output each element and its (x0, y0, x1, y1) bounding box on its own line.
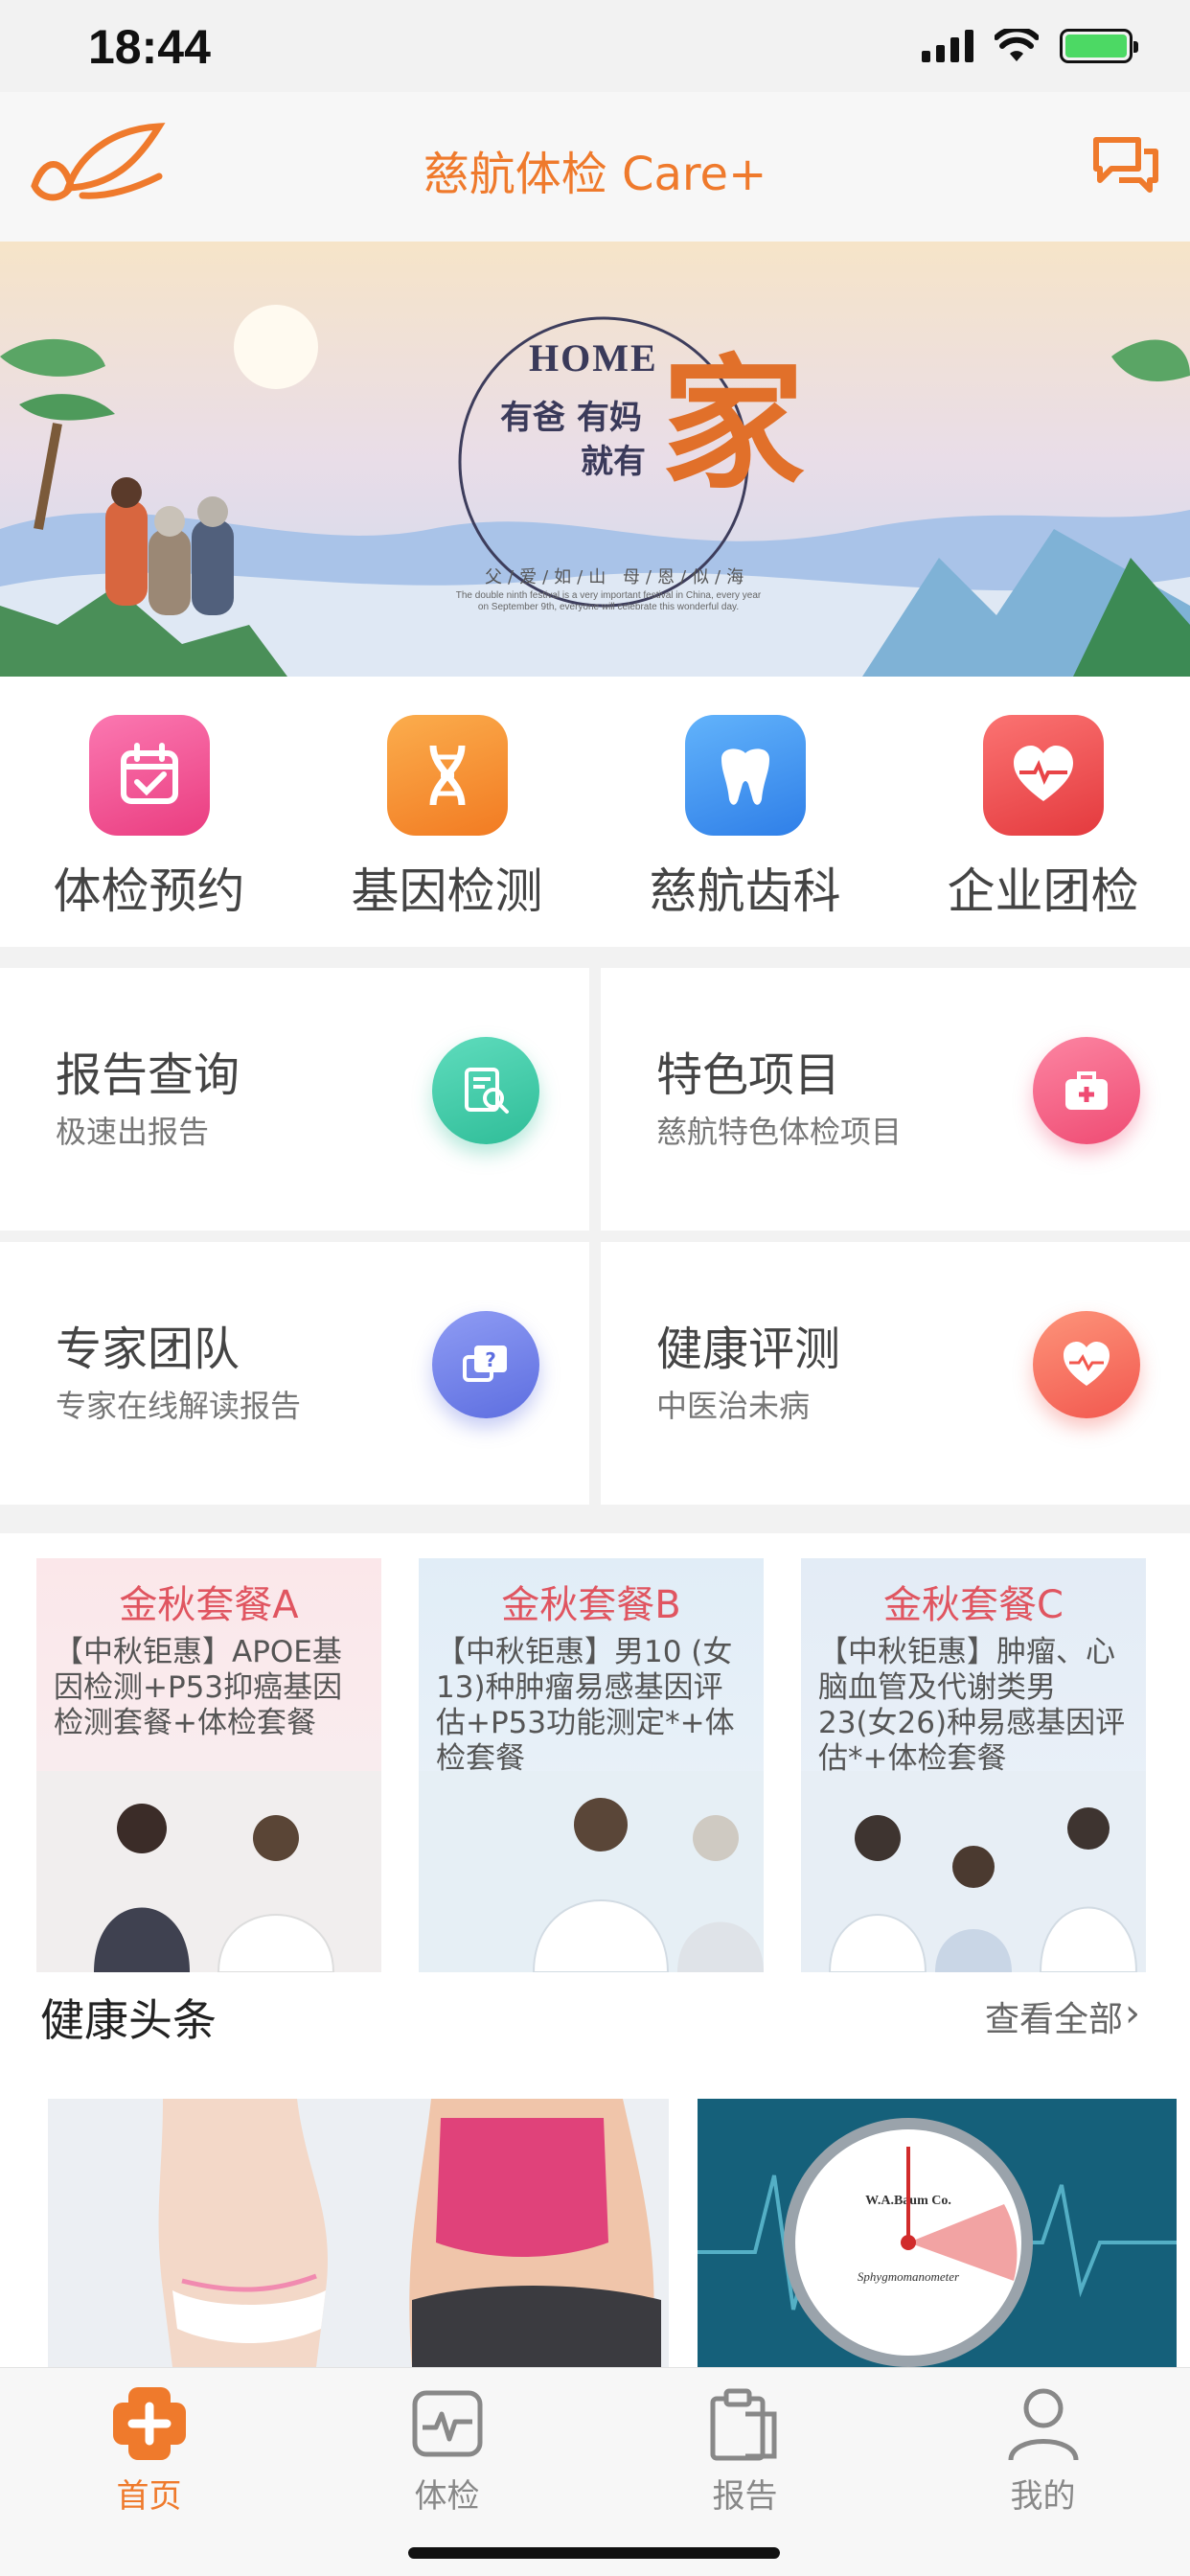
quick-item-appointment[interactable]: 体检预约 (0, 715, 298, 922)
tab-report[interactable]: 报告 (596, 2383, 894, 2517)
package-carousel: 金秋套餐A 【中秋钜惠】APOE基因检测+P53抑癌基因检测套餐+体检套餐 金秋… (0, 1533, 1190, 1974)
quick-label: 慈航齿科 (649, 863, 841, 919)
health-news-section: 健康头条 查看全部 › W.A.Baum Co. Sphygmomanomete… (0, 1974, 1190, 2367)
question-chat-icon: ? (432, 1311, 539, 1418)
service-title: 报告查询 (56, 1048, 240, 1102)
banner-motto: 父/爱/如/山 母/恩/似/海 (485, 567, 750, 587)
report-search-icon (432, 1037, 539, 1144)
quick-label: 体检预约 (53, 863, 245, 919)
banner-home-text: HOME (529, 336, 658, 380)
news-image-weight-loss[interactable] (48, 2099, 669, 2367)
package-card-b[interactable]: 金秋套餐B 【中秋钜惠】男10 (女13)种肿瘤易感基因评估+P53功能测定*+… (419, 1558, 764, 1972)
medical-kit-icon (1033, 1037, 1140, 1144)
package-title: 金秋套餐B (501, 1583, 681, 1627)
service-title: 健康评测 (656, 1322, 841, 1376)
chevron-right-icon[interactable]: › (1125, 1991, 1140, 2036)
tab-profile[interactable]: 我的 (894, 2383, 1190, 2517)
package-description: 【中秋钜惠】男10 (女13)种肿瘤易感基因评估+P53功能测定*+体检套餐 (436, 1635, 735, 1776)
banner-big-character: 家 (661, 340, 806, 509)
pulse-monitor-icon (404, 2383, 491, 2464)
tab-bar: 首页 体检 报告 我的 (0, 2367, 1190, 2576)
quick-item-dental[interactable]: 慈航齿科 (596, 715, 894, 922)
package-photo (801, 1771, 1146, 1972)
service-subtitle: 极速出报告 (56, 1114, 210, 1150)
tab-label: 报告 (712, 2477, 778, 2516)
section-title: 健康头条 (40, 1994, 217, 2046)
service-title: 特色项目 (656, 1048, 841, 1102)
nav-bar: 慈航体检 Care+ (0, 92, 1190, 242)
calendar-icon (88, 715, 210, 836)
cellular-signal-icon (922, 30, 973, 62)
heart-pulse-icon (982, 715, 1104, 836)
tab-label: 首页 (116, 2477, 182, 2516)
view-all-link[interactable]: 查看全部 (985, 1991, 1123, 2041)
news-image-blood-pressure[interactable]: W.A.Baum Co. Sphygmomanometer (698, 2099, 1177, 2367)
promo-banner[interactable]: HOME 有爸 有妈 就有 家 父/爱/如/山 母/恩/似/海 The doub… (0, 242, 1190, 677)
package-title: 金秋套餐A (119, 1583, 299, 1627)
status-icons (922, 29, 1138, 63)
service-card-featured[interactable]: 特色项目 慈航特色体检项目 (601, 968, 1190, 1230)
package-description: 【中秋钜惠】APOE基因检测+P53抑癌基因检测套餐+体检套餐 (54, 1635, 343, 1740)
heart-check-icon (1033, 1311, 1140, 1418)
user-icon (1000, 2383, 1087, 2464)
tab-checkup[interactable]: 体检 (298, 2383, 596, 2517)
quick-menu: 体检预约 基因检测 慈航齿科 企业团检 (0, 677, 1190, 947)
wifi-icon (995, 29, 1039, 61)
status-bar: 18:44 (0, 0, 1190, 92)
service-subtitle: 慈航特色体检项目 (656, 1114, 903, 1150)
package-photo (419, 1771, 764, 1972)
svg-text:Sphygmomanometer: Sphygmomanometer (858, 2269, 960, 2284)
service-subtitle: 中医治未病 (656, 1388, 811, 1424)
banner-description: The double ninth festival is a very impo… (455, 590, 762, 612)
status-time: 18:44 (88, 20, 211, 74)
banner-slogan-line1: 有爸 有妈 (500, 399, 642, 437)
tab-label: 体检 (414, 2477, 480, 2516)
service-title: 专家团队 (56, 1322, 240, 1376)
quick-label: 企业团检 (947, 863, 1139, 919)
home-indicator[interactable] (408, 2547, 780, 2559)
package-title: 金秋套餐C (883, 1583, 1064, 1627)
service-grid: 报告查询 极速出报告 特色项目 慈航特色体检项目 专家团队 专家在线解读报告 ?… (0, 968, 1190, 1510)
service-subtitle: 专家在线解读报告 (56, 1388, 302, 1424)
quick-item-gene-test[interactable]: 基因检测 (298, 715, 596, 922)
clipboard-icon (702, 2383, 789, 2464)
svg-text:?: ? (485, 1348, 496, 1371)
package-photo (36, 1771, 381, 1972)
service-card-report[interactable]: 报告查询 极速出报告 (0, 968, 589, 1230)
quick-label: 基因检测 (351, 863, 543, 919)
service-card-experts[interactable]: 专家团队 专家在线解读报告 ? (0, 1242, 589, 1505)
tab-label: 我的 (1010, 2477, 1076, 2516)
tooth-icon (684, 715, 806, 836)
quick-item-corporate-check[interactable]: 企业团检 (894, 715, 1190, 922)
page-title: 慈航体检 Care+ (423, 148, 767, 201)
battery-icon (1060, 29, 1138, 63)
banner-slogan-line2: 就有 (581, 443, 646, 481)
package-card-a[interactable]: 金秋套餐A 【中秋钜惠】APOE基因检测+P53抑癌基因检测套餐+体检套餐 (36, 1558, 381, 1972)
chat-bubble-icon[interactable] (1090, 130, 1161, 196)
service-card-health-assessment[interactable]: 健康评测 中医治未病 (601, 1242, 1190, 1505)
home-cross-icon (106, 2383, 193, 2464)
dna-icon (386, 715, 508, 836)
tab-home[interactable]: 首页 (0, 2383, 298, 2517)
package-card-c[interactable]: 金秋套餐C 【中秋钜惠】肿瘤、心脑血管及代谢类男23(女26)种易感基因评估*+… (801, 1558, 1146, 1972)
package-description: 【中秋钜惠】肿瘤、心脑血管及代谢类男23(女26)种易感基因评估*+体检套餐 (818, 1635, 1126, 1776)
